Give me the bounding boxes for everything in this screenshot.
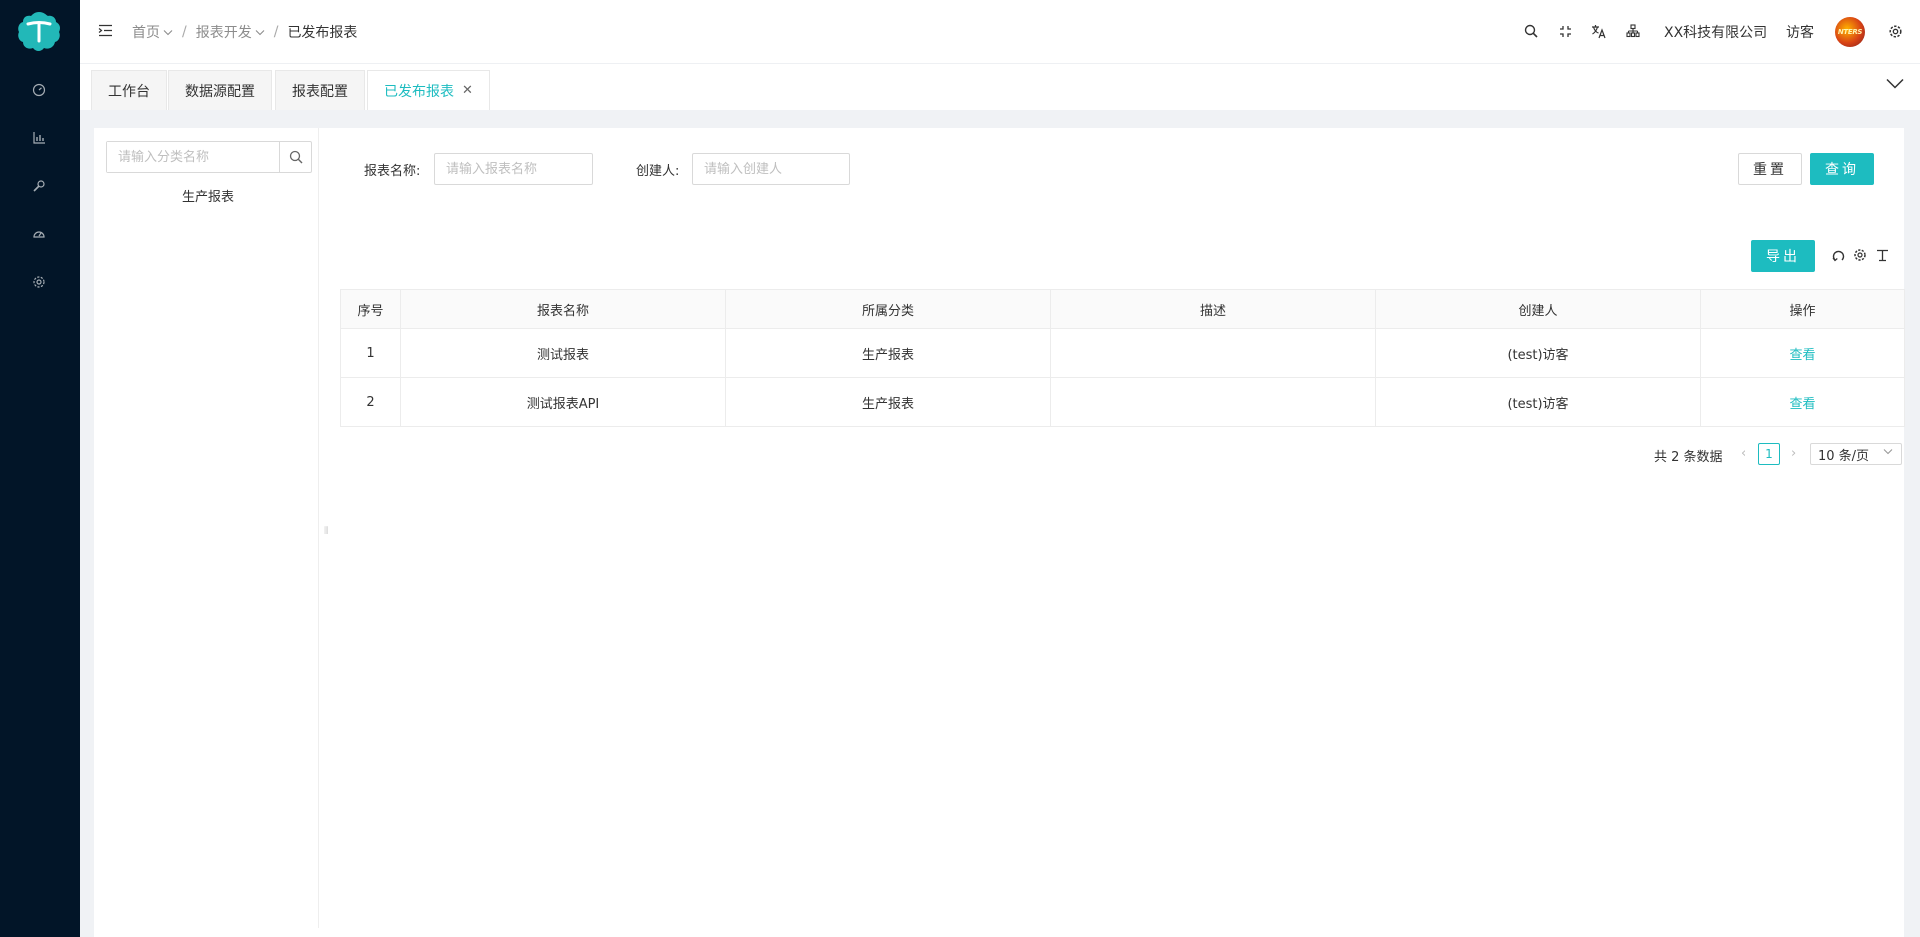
column-header: 创建人: [1375, 289, 1701, 329]
export-button[interactable]: 导出: [1751, 240, 1815, 272]
column-header: 所属分类: [725, 289, 1051, 329]
gauge-icon[interactable]: [30, 225, 48, 243]
tab-report-config[interactable]: 报表配置: [275, 70, 365, 110]
description-cell: [1050, 328, 1376, 378]
category-search: [106, 141, 312, 173]
sidebar: [0, 0, 80, 937]
avatar[interactable]: NTERS: [1835, 17, 1865, 47]
category-tree-pane: 生产报表: [94, 128, 319, 928]
org-icon[interactable]: [1624, 22, 1642, 40]
creator-input[interactable]: [692, 153, 850, 185]
chevron-down-icon: [1883, 449, 1893, 455]
density-icon[interactable]: [1874, 247, 1890, 263]
tree-node-production[interactable]: 生产报表: [182, 186, 234, 205]
creator-label: 创建人:: [636, 164, 680, 179]
fullscreen-icon[interactable]: [1556, 22, 1574, 40]
tab-workbench[interactable]: 工作台: [91, 70, 167, 110]
table-row: 2 测试报表API 生产报表 (test)访客 查看: [340, 377, 1905, 427]
report-name-cell: 测试报表: [400, 328, 726, 378]
view-link[interactable]: 查看: [1789, 397, 1815, 412]
tab-published-reports[interactable]: 已发布报表 ✕: [367, 70, 490, 110]
search-icon[interactable]: [1522, 22, 1540, 40]
breadcrumb: 首页 / 报表开发 / 已发布报表: [132, 22, 358, 42]
pagination-total: 共 2 条数据: [1654, 450, 1723, 465]
view-link[interactable]: 查看: [1789, 348, 1815, 363]
description-cell: [1050, 377, 1376, 427]
report-name-label: 报表名称:: [364, 164, 421, 179]
reports-table: 序号 报表名称 所属分类 描述 创建人 操作 1 测试报表 生产报表 (test…: [340, 289, 1905, 427]
gear-icon[interactable]: [1886, 22, 1904, 40]
creator-cell: (test)访客: [1375, 328, 1701, 378]
search-icon: [289, 150, 302, 164]
prev-page-icon[interactable]: ‹: [1741, 446, 1746, 461]
table-row: 1 测试报表 生产报表 (test)访客 查看: [340, 328, 1905, 378]
table-header-row: 序号 报表名称 所属分类 描述 创建人 操作: [340, 289, 1905, 329]
column-header: 序号: [340, 289, 401, 329]
app-logo[interactable]: [14, 8, 64, 56]
translate-icon[interactable]: [1590, 22, 1608, 40]
gear-icon[interactable]: [30, 273, 48, 291]
page-1-button[interactable]: 1: [1758, 443, 1780, 465]
chevron-down-icon: [163, 29, 173, 35]
row-index: 2: [340, 377, 401, 427]
menu-toggle-icon[interactable]: [98, 24, 113, 41]
reset-button[interactable]: 重置: [1738, 153, 1802, 185]
search-button[interactable]: [279, 142, 311, 172]
chevron-down-icon: [255, 29, 265, 35]
top-header: 首页 / 报表开发 / 已发布报表 XX科技有限公司 访客 NTERS: [80, 0, 1920, 64]
tab-datasource-config[interactable]: 数据源配置: [168, 70, 272, 110]
tabs-bar: 工作台 数据源配置 报表配置 已发布报表 ✕: [80, 64, 1920, 110]
row-index: 1: [340, 328, 401, 378]
refresh-icon[interactable]: [1830, 247, 1846, 263]
category-cell: 生产报表: [725, 377, 1051, 427]
next-page-icon[interactable]: ›: [1791, 446, 1796, 461]
column-header: 操作: [1700, 289, 1905, 329]
main-content: 生产报表 ⦀ 报表名称: 创建人: 重置 查询 导出 序号 报表名称 所属分类 …: [94, 128, 1905, 937]
breadcrumb-current: 已发布报表: [287, 25, 358, 41]
report-name-input[interactable]: [434, 153, 593, 185]
company-name[interactable]: XX科技有限公司: [1664, 22, 1767, 42]
column-settings-icon[interactable]: [1852, 247, 1868, 263]
chevron-down-icon[interactable]: [1886, 78, 1904, 93]
creator-cell: (test)访客: [1375, 377, 1701, 427]
breadcrumb-home[interactable]: 首页: [132, 22, 173, 42]
page-size-select[interactable]: 10 条/页: [1810, 443, 1902, 465]
category-cell: 生产报表: [725, 328, 1051, 378]
close-icon[interactable]: ✕: [462, 83, 473, 98]
report-name-cell: 测试报表API: [400, 377, 726, 427]
pane-resize-handle[interactable]: ⦀: [324, 526, 328, 537]
chart-icon[interactable]: [30, 129, 48, 147]
category-search-input[interactable]: [107, 142, 279, 172]
wrench-icon[interactable]: [30, 177, 48, 195]
user-name[interactable]: 访客: [1786, 22, 1814, 42]
column-header: 报表名称: [400, 289, 726, 329]
breadcrumb-report-dev[interactable]: 报表开发: [196, 22, 265, 42]
query-button[interactable]: 查询: [1810, 153, 1874, 185]
column-header: 描述: [1050, 289, 1376, 329]
dashboard-icon[interactable]: [30, 81, 48, 99]
